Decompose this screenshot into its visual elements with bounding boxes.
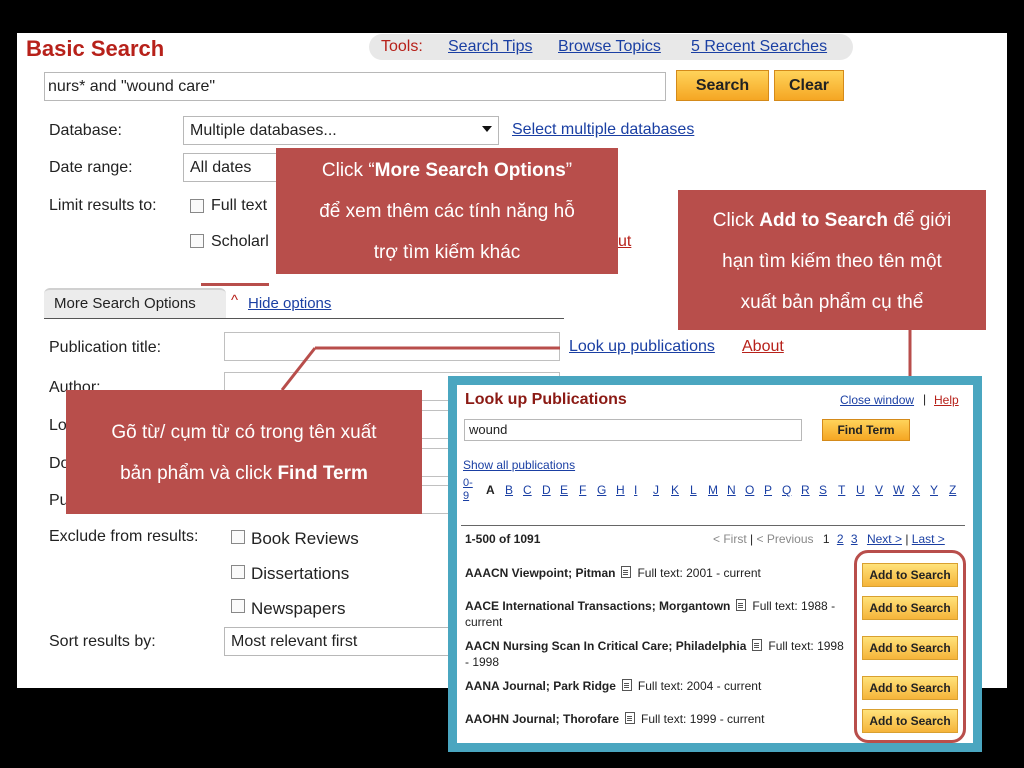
document-icon [621,566,632,578]
lookup-publications-popup: Look up Publications Close window | Help… [448,376,982,752]
publication-item: AAOHN Journal; Thorofare Full text: 1999 … [465,711,845,727]
alphabet-link-0-9[interactable]: 0-9 [463,477,477,503]
callout-text: để xem thêm các tính năng hỗ [319,201,575,222]
alphabet-link-i[interactable]: I [634,483,637,497]
callout-add-to-search: Click Add to Search để giới hạn tìm kiếm… [678,190,986,330]
document-icon [752,639,763,651]
publication-name[interactable]: AACN Nursing Scan In Critical Care; Phil… [465,639,746,653]
document-icon [621,679,632,691]
callout-bold-text: Add to Search [759,210,889,231]
alphabet-link-w[interactable]: W [893,483,904,497]
alphabet-link-e[interactable]: E [560,483,568,497]
document-icon [736,599,747,611]
alphabet-link-d[interactable]: D [542,483,551,497]
alphabet-link-n[interactable]: N [727,483,736,497]
callout-text: xuất bản phẩm cụ thể [740,292,924,313]
callout-text: Gõ từ/ cụm từ có trong tên xuất [111,422,377,443]
callout-find-term: Gõ từ/ cụm từ có trong tên xuất bản phẩm… [66,390,422,514]
alphabet-link-b[interactable]: B [505,483,513,497]
pagination: < First | < Previous 1 2 3 Next > | Last… [713,532,945,546]
alphabet-link-a: A [486,483,495,497]
pager-page-1: 1 [822,532,830,546]
alphabet-link-v[interactable]: V [875,483,883,497]
publication-fulltext: Full text: 2001 - current [637,566,761,580]
callout-more-options: Click “More Search Options” để xem thêm … [276,148,618,274]
close-window-link[interactable]: Close window [840,393,914,407]
alphabet-link-g[interactable]: G [597,483,606,497]
alphabet-link-x[interactable]: X [912,483,920,497]
publication-name[interactable]: AAOHN Journal; Thorofare [465,712,619,726]
find-term-button[interactable]: Find Term [822,419,910,441]
help-link[interactable]: Help [934,393,959,407]
document-icon [625,712,636,724]
callout-text: trợ tìm kiếm khác [373,242,521,263]
alphabet-link-t[interactable]: T [838,483,845,497]
alphabet-link-j[interactable]: J [653,483,659,497]
pager-page-2[interactable]: 2 [837,532,844,546]
publication-item: AANA Journal; Park Ridge Full text: 2004 … [465,678,845,694]
callout-text: để giới [888,210,952,231]
pager-separator: | [750,532,754,546]
callout-connector-find [280,347,317,391]
alphabet-link-r[interactable]: R [801,483,810,497]
callout-bold-text: More Search Options [374,160,566,181]
results-count: 1-500 of 1091 [465,532,541,546]
popup-title: Look up Publications [465,391,627,408]
pager-next[interactable]: Next > [867,532,902,546]
link-separator: | [923,392,927,406]
alphabet-link-m[interactable]: M [708,483,718,497]
publication-item: AACE International Transactions; Morgant… [465,598,845,630]
alphabet-link-q[interactable]: Q [782,483,791,497]
divider [461,525,965,526]
publication-item: AAACN Viewpoint; Pitman Full text: 2001 -… [465,565,845,581]
publication-search-input[interactable]: wound [464,419,802,441]
pager-previous[interactable]: < Previous [756,532,813,546]
alphabet-link-p[interactable]: P [764,483,772,497]
callout-text: bản phẩm và click [120,463,278,484]
alphabet-link-y[interactable]: Y [930,483,938,497]
callout-text: ” [565,160,573,181]
alphabet-link-f[interactable]: F [579,483,586,497]
publication-fulltext: Full text: 1999 - current [641,712,765,726]
callout-text: Click “ [321,160,375,181]
publication-fulltext: Full text: 2004 - current [637,679,762,693]
publication-item: AACN Nursing Scan In Critical Care; Phil… [465,638,845,670]
callout-text: hạn tìm kiếm theo tên một [722,251,942,272]
alphabet-link-z[interactable]: Z [949,483,956,497]
callout-text: Click [712,210,760,231]
callout-bold-text: Find Term [277,463,368,484]
publication-name[interactable]: AACE International Transactions; Morgant… [465,599,730,613]
popup-body: Look up Publications Close window | Help… [457,385,973,743]
pager-separator: | [905,532,909,546]
publication-name[interactable]: AAACN Viewpoint; Pitman [465,566,615,580]
alphabet-nav: ABCDEFGHI JKLMNOPQRSTUVWXYZ [486,483,966,499]
pager-page-3[interactable]: 3 [851,532,858,546]
alphabet-link-u[interactable]: U [856,483,865,497]
alphabet-link-c[interactable]: C [523,483,532,497]
alphabet-link-o[interactable]: O [745,483,754,497]
alphabet-link-s[interactable]: S [819,483,827,497]
alphabet-link-h[interactable]: H [616,483,625,497]
pager-last[interactable]: Last > [912,532,945,546]
publication-name[interactable]: AANA Journal; Park Ridge [465,679,616,693]
alphabet-link-l[interactable]: L [690,483,697,497]
show-all-publications-link[interactable]: Show all publications [463,458,575,472]
pager-first[interactable]: < First [713,532,747,546]
alphabet-link-k[interactable]: K [671,483,679,497]
highlight-frame [854,550,966,743]
